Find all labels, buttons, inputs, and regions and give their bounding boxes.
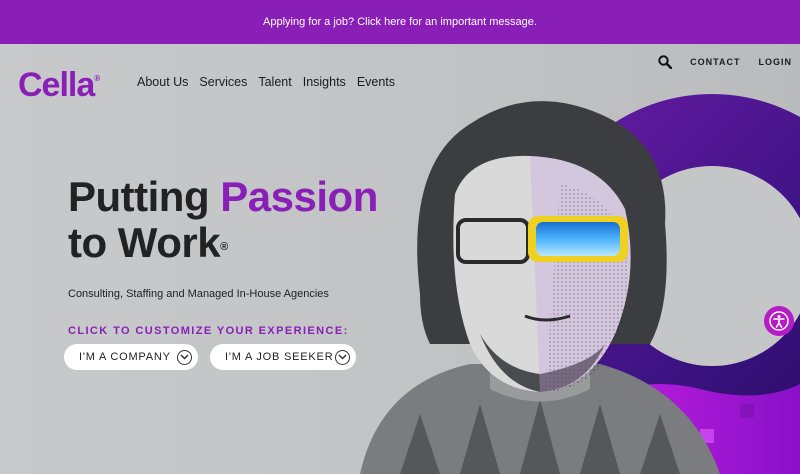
chevron-down-icon <box>177 349 192 365</box>
logo-text: Cella <box>18 66 95 104</box>
nav-events[interactable]: Events <box>357 75 395 89</box>
utility-nav: CONTACT LOGIN <box>658 55 793 70</box>
contact-link[interactable]: CONTACT <box>690 57 740 67</box>
chevron-down-icon <box>335 349 350 365</box>
cella-logo[interactable]: Cella® <box>18 66 100 105</box>
job-seeker-button-label: I'M A JOB SEEKER <box>225 351 334 363</box>
nav-talent[interactable]: Talent <box>258 75 291 89</box>
im-a-company-button[interactable]: I'M A COMPANY <box>64 344 198 370</box>
nav-services[interactable]: Services <box>199 75 247 89</box>
logo-registered-mark: ® <box>94 74 100 83</box>
login-link[interactable]: LOGIN <box>759 57 793 67</box>
headline-accent: Passion <box>220 173 378 220</box>
hero-headline: Putting Passion to Work® <box>68 174 378 266</box>
main-nav: About Us Services Talent Insights Events <box>137 75 395 89</box>
company-button-label: I'M A COMPANY <box>79 351 171 363</box>
nav-insights[interactable]: Insights <box>303 75 346 89</box>
nav-about-us[interactable]: About Us <box>137 75 188 89</box>
im-a-job-seeker-button[interactable]: I'M A JOB SEEKER <box>210 344 356 370</box>
top-announcement-banner[interactable]: Applying for a job? Click here for an im… <box>0 0 800 44</box>
accessibility-icon[interactable] <box>764 306 794 336</box>
headline-line2: to Work <box>68 219 221 266</box>
search-icon[interactable] <box>658 55 673 70</box>
headline-registered-mark: ® <box>220 241 228 253</box>
headline-part1: Putting <box>68 173 221 220</box>
hero-subheading: Consulting, Staffing and Managed In-Hous… <box>68 288 329 300</box>
banner-message[interactable]: Applying for a job? Click here for an im… <box>263 16 537 28</box>
hero-section: Cella® About Us Services Talent Insights… <box>0 44 800 474</box>
customize-label: CLICK TO CUSTOMIZE YOUR EXPERIENCE: <box>68 325 349 337</box>
